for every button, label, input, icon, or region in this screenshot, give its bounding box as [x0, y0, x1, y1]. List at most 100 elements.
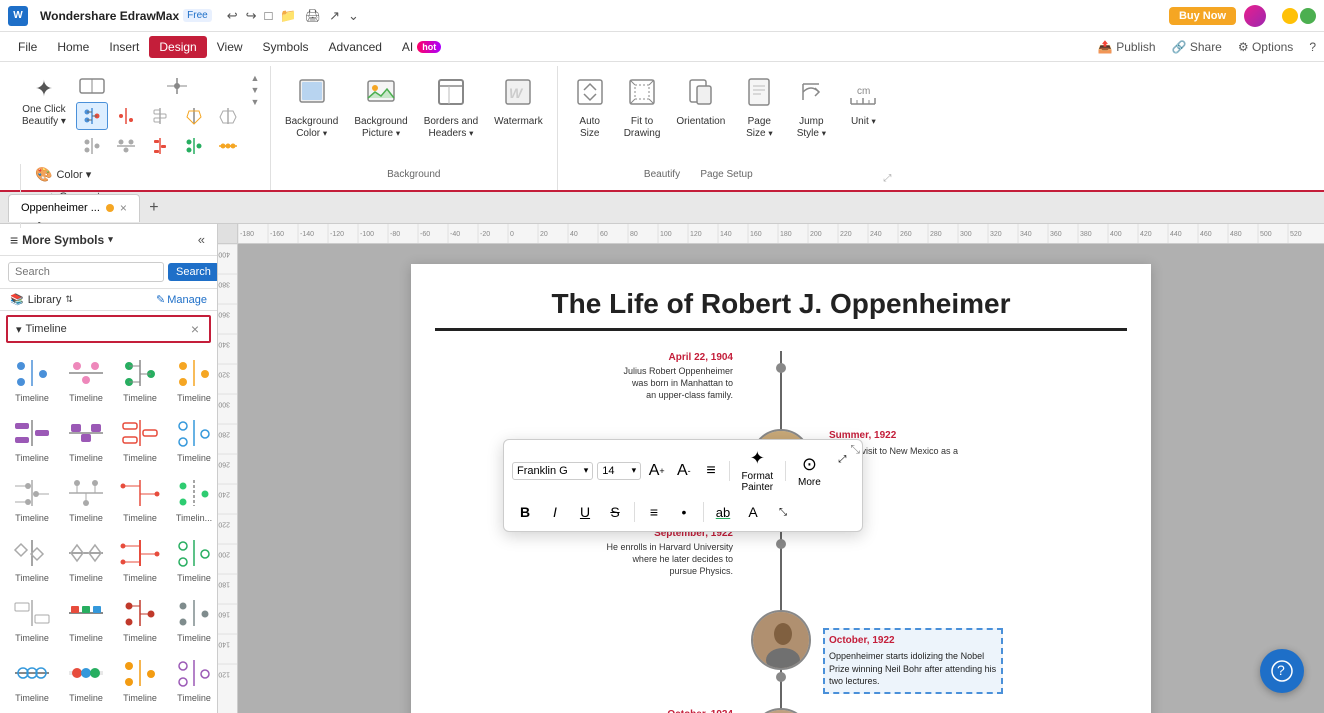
- tab-oppenheimer[interactable]: Oppenheimer ... ×: [8, 194, 140, 222]
- one-click-beautify-button[interactable]: ✦ One ClickBeautify ▾: [16, 72, 72, 132]
- search-button[interactable]: Search: [168, 263, 218, 281]
- shape-item-19[interactable]: Timeline: [114, 591, 166, 649]
- publish-btn[interactable]: 📤 Publish: [1098, 40, 1156, 54]
- ft-format-painter-btn[interactable]: ✦ FormatPainter: [735, 446, 779, 495]
- background-color-button[interactable]: BackgroundColor ▾: [279, 72, 344, 144]
- shape-btn-9[interactable]: [110, 132, 142, 160]
- ft-decrease-font-btn[interactable]: A-: [672, 458, 695, 484]
- unit-button[interactable]: cm Unit ▾: [839, 72, 887, 132]
- timeline-close-button[interactable]: ×: [189, 321, 201, 337]
- ft-underline-btn[interactable]: U: [572, 499, 598, 525]
- export-button[interactable]: ↗: [326, 6, 343, 26]
- menu-ai[interactable]: AI hot: [392, 36, 451, 58]
- shape-btn-5[interactable]: [144, 102, 176, 130]
- buy-now-button[interactable]: Buy Now: [1169, 7, 1236, 25]
- shape-item-9[interactable]: Timeline: [6, 471, 58, 529]
- fab-button[interactable]: ?: [1260, 649, 1304, 693]
- minimize-button[interactable]: [1282, 8, 1298, 24]
- expand-mid-arrow[interactable]: ▼: [248, 84, 262, 96]
- shape-item-23[interactable]: Timeline: [114, 651, 166, 709]
- shape-item-12[interactable]: Timelin...: [168, 471, 217, 529]
- shape-btn-12[interactable]: [212, 132, 244, 160]
- ft-unordered-list-btn[interactable]: •: [671, 499, 697, 525]
- orientation-button[interactable]: Orientation: [670, 72, 731, 132]
- menu-symbols[interactable]: Symbols: [253, 36, 319, 58]
- ft-italic-btn[interactable]: I: [542, 499, 568, 525]
- shape-item-13[interactable]: Timeline: [6, 531, 58, 589]
- shape-item-3[interactable]: Timeline: [114, 351, 166, 409]
- expand-up-arrow[interactable]: ▲: [248, 72, 262, 84]
- help-btn[interactable]: ?: [1309, 40, 1316, 54]
- menu-view[interactable]: View: [207, 36, 253, 58]
- ft-align-btn[interactable]: ≡: [699, 458, 722, 484]
- ft-collapse-row-btn[interactable]: ⤡: [770, 499, 796, 525]
- shape-btn-11[interactable]: [178, 132, 210, 160]
- shape-item-8[interactable]: Timeline: [168, 411, 217, 469]
- shape-item-10[interactable]: Timeline: [60, 471, 112, 529]
- tab-close-button[interactable]: ×: [120, 201, 127, 215]
- ft-highlight-btn[interactable]: ab: [710, 499, 736, 525]
- ft-bold-btn[interactable]: B: [512, 499, 538, 525]
- auto-size-button[interactable]: AutoSize: [566, 72, 614, 144]
- shape-item-7[interactable]: Timeline: [114, 411, 166, 469]
- shape-btn-3[interactable]: [76, 102, 108, 130]
- ft-more-btn[interactable]: ⊙ More: [792, 452, 827, 490]
- redo-button[interactable]: ↪: [243, 6, 260, 26]
- ribbon-corner-expand-icon[interactable]: ⤢: [883, 173, 891, 184]
- background-picture-button[interactable]: BackgroundPicture ▾: [348, 72, 413, 144]
- shape-item-22[interactable]: Timeline: [60, 651, 112, 709]
- user-avatar[interactable]: [1244, 5, 1266, 27]
- menu-file[interactable]: File: [8, 36, 47, 58]
- undo-button[interactable]: ↩: [224, 6, 241, 26]
- ft-ordered-list-btn[interactable]: ≡: [641, 499, 667, 525]
- shape-item-14[interactable]: Timeline: [60, 531, 112, 589]
- shape-btn-6[interactable]: [178, 102, 210, 130]
- shape-item-24[interactable]: Timeline: [168, 651, 217, 709]
- ft-increase-font-btn[interactable]: A+: [645, 458, 668, 484]
- shape-item-6[interactable]: Timeline: [60, 411, 112, 469]
- shape-item-16[interactable]: Timeline: [168, 531, 217, 589]
- menu-design[interactable]: Design: [149, 36, 206, 58]
- canvas-scroll[interactable]: The Life of Robert J. Oppenheimer April …: [238, 244, 1324, 713]
- sidebar-collapse-button[interactable]: «: [196, 230, 207, 249]
- color-combo-btn[interactable]: 🎨 Color ▾: [29, 164, 262, 185]
- ft-size-select[interactable]: 14 ▾: [597, 462, 641, 480]
- ft-font-color-btn[interactable]: A: [740, 499, 766, 525]
- search-input[interactable]: [8, 262, 164, 282]
- shape-item-4[interactable]: Timeline: [168, 351, 217, 409]
- menu-insert[interactable]: Insert: [99, 36, 149, 58]
- timeline-section-header[interactable]: ▾ Timeline ×: [6, 315, 211, 343]
- shape-item-2[interactable]: Timeline: [60, 351, 112, 409]
- floating-toolbar-collapse-btn[interactable]: ⤡: [850, 442, 860, 457]
- shape-btn-1[interactable]: [76, 72, 108, 100]
- expand-down-arrow[interactable]: ▼: [248, 96, 262, 108]
- ft-strikethrough-btn[interactable]: S: [602, 499, 628, 525]
- shape-item-17[interactable]: Timeline: [6, 591, 58, 649]
- shape-item-5[interactable]: Timeline: [6, 411, 58, 469]
- shape-btn-10[interactable]: [144, 132, 176, 160]
- manage-link[interactable]: ✎ Manage: [156, 293, 207, 306]
- shape-btn-2[interactable]: [161, 72, 193, 100]
- jump-style-button[interactable]: JumpStyle ▾: [787, 72, 835, 144]
- new-button[interactable]: □: [262, 6, 276, 25]
- borders-headers-button[interactable]: Borders andHeaders ▾: [418, 72, 484, 144]
- shape-btn-8[interactable]: [76, 132, 108, 160]
- page-size-button[interactable]: PageSize ▾: [735, 72, 783, 144]
- maximize-button[interactable]: [1300, 8, 1316, 24]
- menu-advanced[interactable]: Advanced: [319, 36, 392, 58]
- print-button[interactable]: 🖨: [302, 6, 325, 26]
- shape-item-21[interactable]: Timeline: [6, 651, 58, 709]
- shape-btn-7[interactable]: [212, 102, 244, 130]
- shape-item-11[interactable]: Timeline: [114, 471, 166, 529]
- share-btn[interactable]: 🔗 Share: [1172, 40, 1222, 54]
- options-btn[interactable]: ⚙ Options: [1238, 40, 1293, 54]
- menu-home[interactable]: Home: [47, 36, 99, 58]
- shape-item-18[interactable]: Timeline: [60, 591, 112, 649]
- fit-to-drawing-button[interactable]: Fit toDrawing: [618, 72, 667, 144]
- shape-item-20[interactable]: Timeline: [168, 591, 217, 649]
- shape-item-1[interactable]: Timeline: [6, 351, 58, 409]
- ft-font-select[interactable]: Franklin G ▾: [512, 462, 593, 480]
- watermark-button[interactable]: W Watermark: [488, 72, 549, 132]
- shape-btn-4[interactable]: [110, 102, 142, 130]
- open-button[interactable]: 📁: [277, 6, 299, 26]
